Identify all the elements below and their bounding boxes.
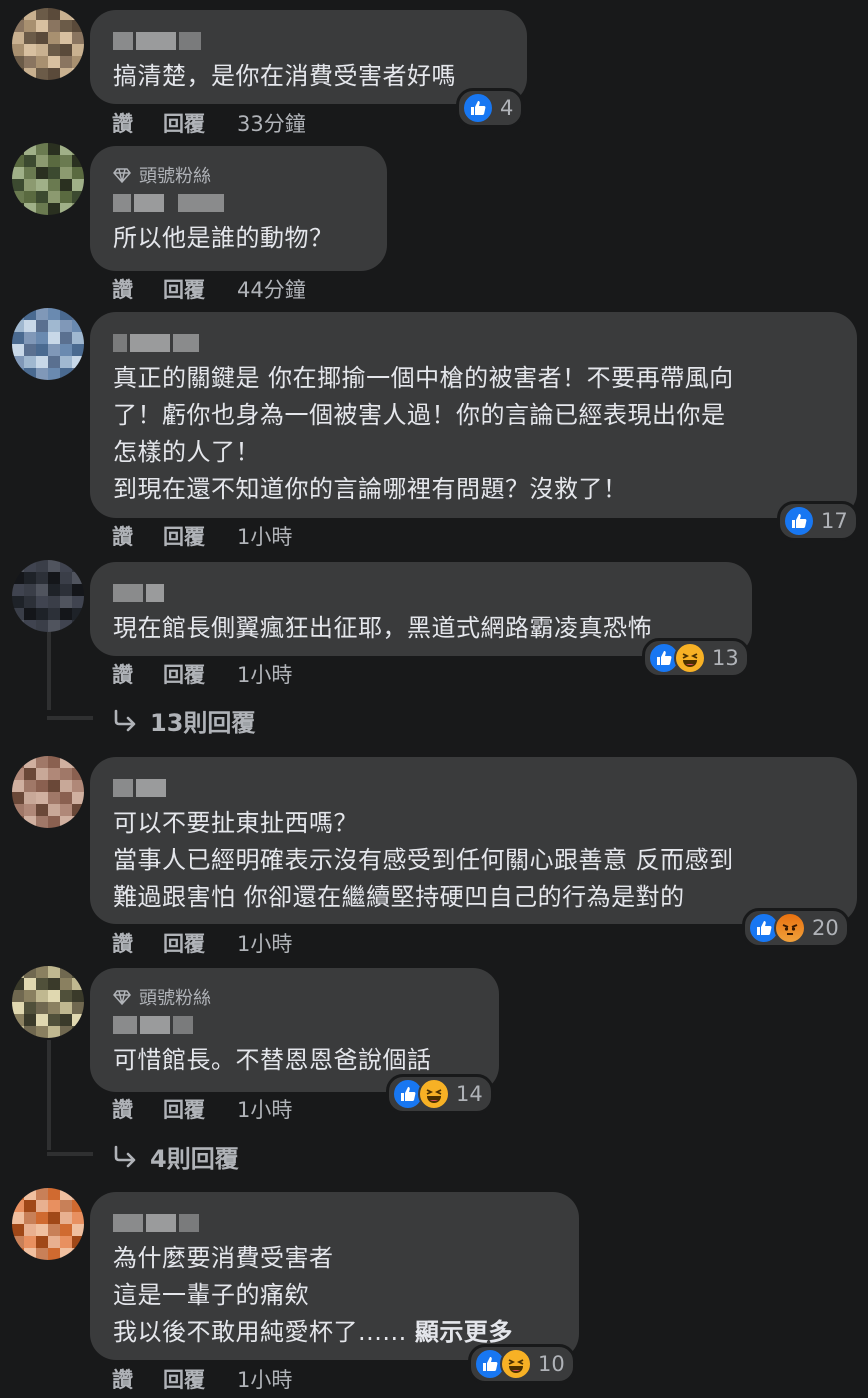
commenter-name[interactable]: [113, 1016, 476, 1034]
reaction-count: 13: [712, 646, 739, 670]
avatar[interactable]: [12, 560, 84, 632]
fan-badge-label: 頭號粉絲: [139, 988, 211, 1009]
thread-line: [47, 1040, 51, 1150]
comment-text-body: 為什麼要消費受害者 這是一輩子的痛欸 我以後不敢用純愛杯了......: [113, 1244, 407, 1346]
comment-actions: 讚 回覆 1小時: [112, 521, 292, 551]
reply-arrow-icon: [114, 709, 136, 731]
avatar[interactable]: [12, 756, 84, 828]
like-button[interactable]: 讚: [112, 1364, 133, 1394]
like-button[interactable]: 讚: [112, 521, 133, 551]
timestamp[interactable]: 1小時: [237, 928, 292, 958]
like-button[interactable]: 讚: [112, 108, 133, 138]
comment-text: 可以不要扯東扯西嗎？ 當事人已經明確表示沒有感受到任何關心跟善意 反而感到 難過…: [113, 809, 734, 911]
avatar[interactable]: [12, 966, 84, 1038]
thread-line: [47, 716, 93, 720]
commenter-name[interactable]: [113, 779, 834, 797]
commenter-name[interactable]: [113, 334, 834, 352]
comment-actions: 讚 回覆 1小時: [112, 928, 292, 958]
timestamp[interactable]: 1小時: [237, 1094, 292, 1124]
comment-actions: 讚 回覆 1小時: [112, 1094, 292, 1124]
timestamp[interactable]: 1小時: [237, 521, 292, 551]
comment-bubble: 為什麼要消費受害者 這是一輩子的痛欸 我以後不敢用純愛杯了...... 顯示更多: [90, 1192, 579, 1360]
reaction-count: 4: [500, 96, 514, 120]
comment-actions: 讚 回覆 33分鐘: [112, 108, 306, 138]
reaction-summary[interactable]: 17: [777, 501, 859, 541]
comment-bubble: 真正的關鍵是 你在揶揄一個中槍的被害者！不要再帶風向 了！虧你也身為一個被害人過…: [90, 312, 857, 518]
reply-button[interactable]: 回覆: [163, 1364, 205, 1394]
see-more-link[interactable]: 顯示更多: [415, 1318, 513, 1346]
timestamp[interactable]: 33分鐘: [237, 108, 306, 138]
reply-arrow-icon: [114, 1145, 136, 1167]
comment-actions: 讚 回覆 1小時: [112, 659, 292, 689]
comment-bubble: 搞清楚，是你在消費受害者好嗎: [90, 10, 527, 104]
reaction-count: 10: [538, 1352, 565, 1376]
diamond-icon: [113, 168, 131, 184]
commenter-name[interactable]: [113, 194, 364, 212]
reaction-summary[interactable]: 20: [742, 908, 850, 948]
commenter-name[interactable]: [113, 584, 729, 602]
like-button[interactable]: 讚: [112, 659, 133, 689]
reaction-summary[interactable]: 14: [386, 1074, 494, 1114]
like-button[interactable]: 讚: [112, 1094, 133, 1124]
diamond-icon: [113, 990, 131, 1006]
like-button[interactable]: 讚: [112, 274, 133, 304]
commenter-name[interactable]: [113, 1214, 556, 1232]
angry-reaction-icon: [774, 912, 806, 944]
thread-line: [47, 1152, 93, 1156]
reaction-count: 20: [812, 916, 839, 940]
fan-badge-label: 頭號粉絲: [139, 166, 211, 187]
comment-text: 為什麼要消費受害者 這是一輩子的痛欸 我以後不敢用純愛杯了...... 顯示更多: [113, 1240, 556, 1351]
like-reaction-icon: [783, 505, 815, 537]
like-button[interactable]: 讚: [112, 928, 133, 958]
comment-text: 真正的關鍵是 你在揶揄一個中槍的被害者！不要再帶風向 了！虧你也身為一個被害人過…: [113, 364, 734, 503]
comment-bubble: 頭號粉絲 所以他是誰的動物？: [90, 146, 387, 271]
haha-reaction-icon: [500, 1348, 532, 1380]
timestamp[interactable]: 1小時: [237, 659, 292, 689]
view-replies-link[interactable]: 13則回覆: [112, 703, 255, 738]
reply-button[interactable]: 回覆: [163, 928, 205, 958]
view-replies-link[interactable]: 4則回覆: [112, 1139, 239, 1174]
reaction-summary[interactable]: 10: [468, 1344, 576, 1384]
top-fan-badge: 頭號粉絲: [113, 984, 476, 1010]
reaction-count: 17: [821, 509, 848, 533]
reaction-summary[interactable]: 13: [642, 638, 750, 678]
reaction-summary[interactable]: 4: [456, 88, 525, 128]
comment-actions: 讚 回覆 44分鐘: [112, 274, 306, 304]
timestamp[interactable]: 1小時: [237, 1364, 292, 1394]
avatar[interactable]: [12, 143, 84, 215]
avatar[interactable]: [12, 1188, 84, 1260]
comment-text: 所以他是誰的動物？: [113, 224, 334, 252]
reply-button[interactable]: 回覆: [163, 521, 205, 551]
haha-reaction-icon: [674, 642, 706, 674]
replies-count-label: 4則回覆: [150, 1145, 239, 1173]
reply-button[interactable]: 回覆: [163, 1094, 205, 1124]
reply-button[interactable]: 回覆: [163, 274, 205, 304]
reaction-count: 14: [456, 1082, 483, 1106]
comment-text: 現在館長側翼瘋狂出征耶，黑道式網路霸凌真恐怖: [113, 614, 652, 642]
avatar[interactable]: [12, 8, 84, 80]
comment-bubble: 可以不要扯東扯西嗎？ 當事人已經明確表示沒有感受到任何關心跟善意 反而感到 難過…: [90, 757, 857, 924]
timestamp[interactable]: 44分鐘: [237, 274, 306, 304]
avatar[interactable]: [12, 308, 84, 380]
haha-reaction-icon: [418, 1078, 450, 1110]
reply-button[interactable]: 回覆: [163, 108, 205, 138]
thread-line: [47, 630, 51, 710]
replies-count-label: 13則回覆: [150, 709, 256, 737]
comment-actions: 讚 回覆 1小時: [112, 1364, 292, 1394]
reply-button[interactable]: 回覆: [163, 659, 205, 689]
like-reaction-icon: [462, 92, 494, 124]
comment-text: 搞清楚，是你在消費受害者好嗎: [113, 62, 456, 90]
top-fan-badge: 頭號粉絲: [113, 162, 364, 188]
commenter-name[interactable]: [113, 32, 504, 50]
